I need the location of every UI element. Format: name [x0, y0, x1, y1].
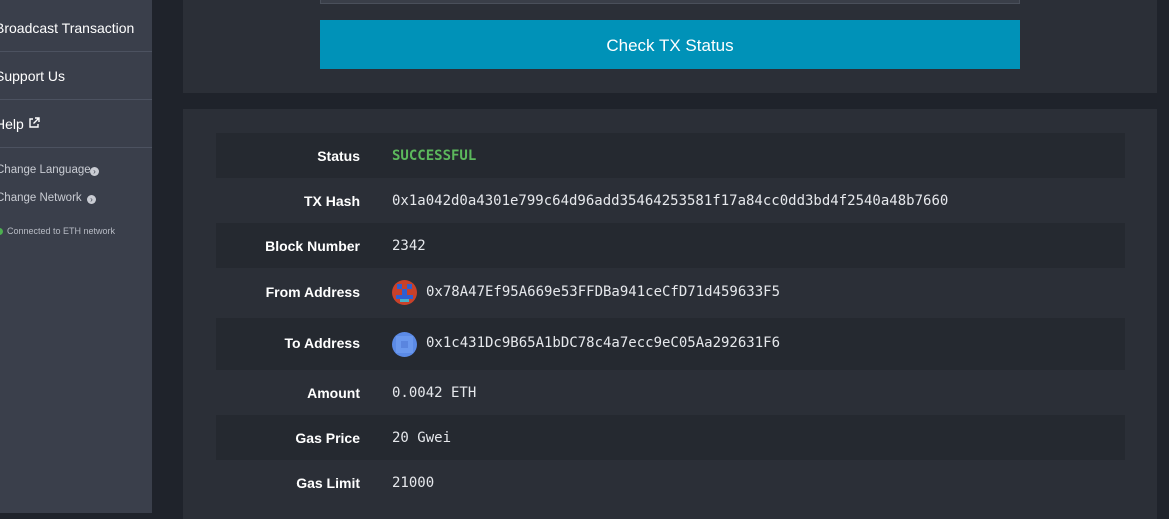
tx-row-gas-price: Gas Price 20 Gwei [216, 415, 1125, 460]
sidebar-item-help[interactable]: Help [0, 100, 152, 148]
tx-row-block: Block Number 2342 [216, 223, 1125, 268]
gas-price-value: 20 Gwei [392, 430, 452, 446]
change-language-link[interactable]: Change Language › [0, 164, 152, 180]
status-value: SUCCESSFUL [392, 148, 477, 164]
tx-hash-input[interactable] [320, 0, 1020, 4]
external-link-icon [29, 117, 40, 128]
tx-row-to: To Address 0x1c431Dc9B65A1bDC78c4a7ecc9e… [216, 318, 1125, 370]
gas-price-label: Gas Price [295, 430, 360, 446]
network-status-text: Connected to ETH network [7, 226, 116, 236]
status-label: Status [317, 148, 360, 164]
tx-row-status: Status SUCCESSFUL [216, 133, 1125, 178]
tx-hash-value: 0x1a042d0a4301e799c64d96add35464253581f1… [392, 193, 949, 209]
identicon [392, 332, 417, 357]
tx-row-from: From Address 0x78A47Ef95A669e53FFDBa941c… [216, 268, 1125, 318]
sidebar-item-support-us[interactable]: Support Us [0, 52, 152, 100]
amount-value: 0.0042 ETH [392, 385, 477, 401]
to-address-value: 0x1c431Dc9B65A1bDC78c4a7ecc9eC05Aa292631… [426, 335, 781, 351]
sidebar-item-broadcast-transaction[interactable]: Broadcast Transaction [0, 0, 152, 52]
sidebar: Broadcast Transaction Support Us Help Ch… [0, 0, 152, 513]
gas-limit-value: 21000 [392, 475, 435, 491]
sidebar-item-label: Help [0, 116, 24, 132]
tx-row-amount: Amount 0.0042 ETH [216, 370, 1125, 415]
tx-row-hash: TX Hash 0x1a042d0a4301e799c64d96add35464… [216, 178, 1125, 223]
check-tx-status-button[interactable]: Check TX Status [320, 20, 1020, 69]
arrow-circle-right-icon: › [87, 195, 96, 204]
from-address-value: 0x78A47Ef95A669e53FFDBa941ceCfD71d459633… [426, 284, 781, 300]
arrow-circle-right-icon: › [90, 167, 99, 176]
amount-label: Amount [307, 385, 360, 401]
block-number-label: Block Number [265, 238, 360, 254]
to-address-label: To Address [284, 335, 360, 351]
tx-hash-label: TX Hash [303, 193, 360, 209]
change-network-label: Change Network [0, 192, 82, 204]
sidebar-item-label: Support Us [0, 68, 66, 84]
change-language-label: Change Language [0, 164, 91, 176]
block-number-value: 2342 [392, 238, 426, 254]
change-network-link[interactable]: Change Network › [0, 192, 152, 208]
tx-row-gas-limit: Gas Limit 21000 [216, 460, 1125, 505]
identicon [392, 280, 417, 305]
from-address-label: From Address [265, 284, 360, 300]
gas-limit-label: Gas Limit [296, 475, 360, 491]
sidebar-item-label: Broadcast Transaction [0, 20, 135, 36]
status-dot-icon [0, 228, 3, 235]
